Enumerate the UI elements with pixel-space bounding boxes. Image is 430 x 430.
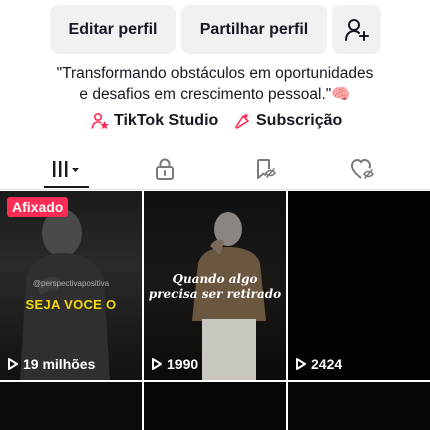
tab-reposts[interactable] xyxy=(235,150,295,188)
tiktok-studio-label: TikTok Studio xyxy=(114,112,219,129)
subscription-label: Subscrição xyxy=(256,112,343,129)
grid-bars-icon xyxy=(53,161,79,177)
profile-bio: "Transformando obstáculos em oportunidad… xyxy=(0,63,430,105)
add-user-icon xyxy=(344,18,369,41)
video-grid: Afixado @perspectivapositiva SEJA VOCE O… xyxy=(0,191,430,430)
tab-liked[interactable] xyxy=(333,150,393,188)
person-star-icon xyxy=(91,112,109,130)
video-caption-line-2: precisa ser retirado xyxy=(148,287,282,301)
tab-private[interactable] xyxy=(135,150,195,188)
bio-line-2-text: e desafios em crescimento pessoal." xyxy=(79,86,332,103)
video-thumbnail[interactable] xyxy=(288,382,430,430)
edit-profile-button[interactable]: Editar perfil xyxy=(50,5,176,54)
play-icon xyxy=(8,358,18,370)
pinned-badge: Afixado xyxy=(7,197,69,217)
video-thumbnail[interactable] xyxy=(0,382,142,430)
lock-icon xyxy=(156,158,174,180)
profile-links: TikTok Studio Subscrição xyxy=(0,112,430,136)
profile-tabs xyxy=(0,150,430,190)
view-count: 19 milhões xyxy=(7,356,95,372)
active-tab-indicator xyxy=(44,186,89,188)
share-profile-label: Partilhar perfil xyxy=(199,20,309,38)
tiktok-studio-link[interactable]: TikTok Studio xyxy=(91,112,218,130)
tabs-divider xyxy=(0,189,430,190)
tab-videos[interactable] xyxy=(37,150,97,188)
view-count-text: 1990 xyxy=(167,356,199,372)
video-thumbnail[interactable]: Afixado @perspectivapositiva SEJA VOCE O… xyxy=(0,191,142,380)
view-count: 2424 xyxy=(295,356,342,372)
view-count-text: 19 milhões xyxy=(23,356,96,372)
edit-profile-label: Editar perfil xyxy=(68,20,158,38)
video-thumbnail[interactable]: Quando algo precisa ser retirado 1990 xyxy=(144,191,286,380)
brain-emoji-icon: 🧠 xyxy=(331,86,351,103)
view-count-text: 2424 xyxy=(311,356,343,372)
video-thumbnail[interactable] xyxy=(144,382,286,430)
video-thumbnail[interactable]: 2424 xyxy=(288,191,430,380)
video-caption: SEJA VOCE O xyxy=(25,297,117,312)
video-watermark: @perspectivapositiva xyxy=(32,279,110,288)
subscription-link[interactable]: Subscrição xyxy=(233,112,342,130)
repost-hidden-icon xyxy=(257,159,276,179)
play-icon xyxy=(296,358,306,370)
view-count: 1990 xyxy=(151,356,198,372)
bio-line-1: "Transformando obstáculos em oportunidad… xyxy=(56,65,374,82)
share-profile-button[interactable]: Partilhar perfil xyxy=(181,5,327,54)
play-icon xyxy=(152,358,162,370)
sparkle-badge-icon xyxy=(235,113,249,129)
video-caption: Quando algo precisa ser retirado xyxy=(144,272,286,302)
add-friend-button[interactable] xyxy=(332,5,381,54)
video-caption-line-1: Quando algo xyxy=(172,272,258,286)
heart-hidden-icon xyxy=(351,159,374,179)
bio-line-2: e desafios em crescimento pessoal."🧠 xyxy=(0,84,430,105)
